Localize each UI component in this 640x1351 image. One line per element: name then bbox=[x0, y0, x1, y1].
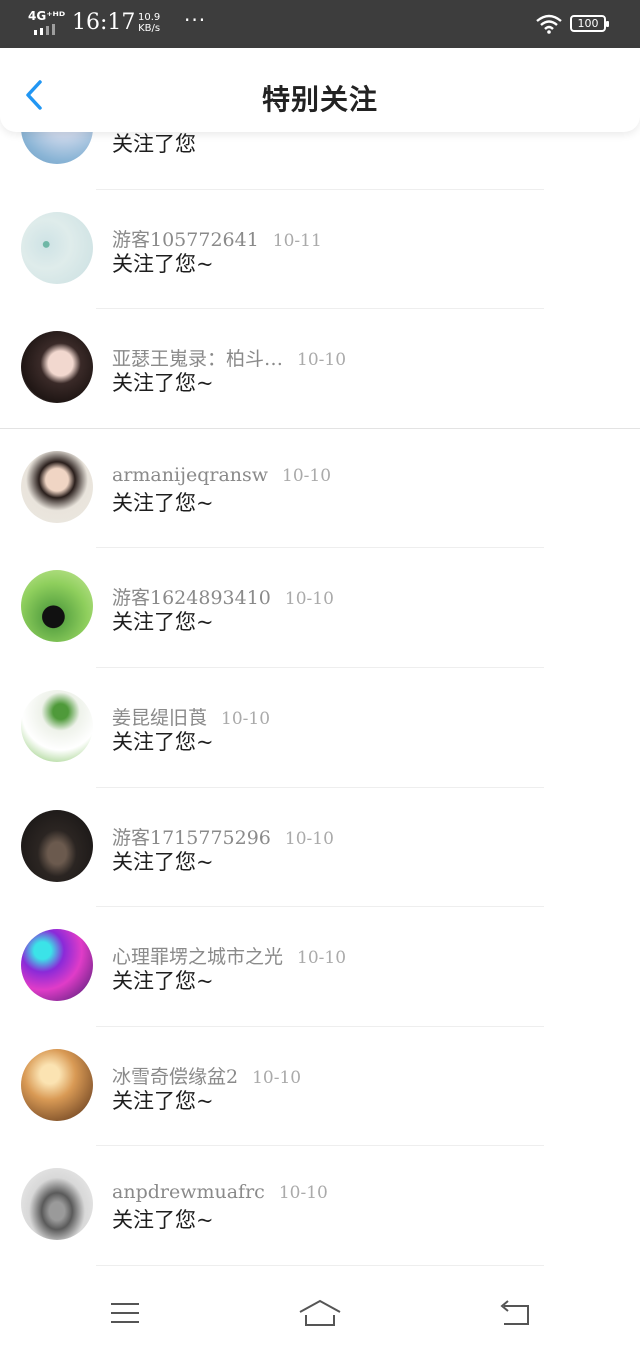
speed-value: 10.9 bbox=[138, 12, 161, 23]
list-item[interactable]: 冰雪奇偿缘盆2 10-10 关注了您~ bbox=[0, 1027, 640, 1147]
status-bar: 4G⁺ᴴᴰ 16:17 10.9 KB/s ··· 100 bbox=[0, 0, 640, 48]
avatar[interactable] bbox=[21, 1168, 93, 1241]
follow-date: 10-10 bbox=[284, 589, 334, 610]
list-item[interactable]: 姜昆缇旧莨 10-10 关注了您~ bbox=[0, 668, 640, 788]
follow-message: 关注了您~ bbox=[112, 490, 214, 515]
signal-icon bbox=[34, 24, 55, 35]
divider bbox=[96, 1264, 544, 1266]
follow-message: 关注了您~ bbox=[112, 1208, 214, 1233]
user-name-line: anpdrewmuafrc 10-10 bbox=[112, 1181, 328, 1203]
avatar[interactable] bbox=[21, 1048, 93, 1121]
list-item[interactable]: 游客105772641 10-11 关注了您~ bbox=[0, 190, 640, 310]
navigation-bar bbox=[0, 1282, 640, 1351]
avatar[interactable] bbox=[21, 450, 93, 523]
avatar[interactable] bbox=[21, 929, 93, 1002]
avatar[interactable] bbox=[21, 211, 93, 284]
follow-date: 10-10 bbox=[297, 350, 347, 371]
follow-message: 关注了您~ bbox=[112, 729, 214, 754]
follow-message: 关注了您~ bbox=[112, 610, 214, 635]
list-item[interactable]: 亚瑟王嵬录：柏斗… 10-10 关注了您~ bbox=[0, 309, 640, 429]
user-name[interactable]: anpdrewmuafrc bbox=[112, 1181, 265, 1203]
list-item[interactable]: 游客1715775296 10-10 关注了您~ bbox=[0, 788, 640, 908]
home-icon[interactable] bbox=[298, 1298, 342, 1328]
wifi-icon bbox=[536, 14, 562, 34]
back-arrow-icon[interactable] bbox=[496, 1298, 536, 1328]
network-speed: 10.9 KB/s bbox=[138, 12, 160, 34]
follow-date: 10-10 bbox=[282, 465, 332, 486]
network-indicator: 4G⁺ᴴᴰ bbox=[28, 9, 66, 23]
list-item[interactable]: 游客1624893410 10-10 关注了您~ bbox=[0, 548, 640, 668]
speed-unit: KB/s bbox=[138, 23, 161, 34]
follow-date: 10-10 bbox=[297, 948, 347, 969]
avatar[interactable] bbox=[21, 809, 93, 882]
follow-message: 关注了您~ bbox=[112, 969, 214, 994]
user-name-line: armanijeqransw 10-10 bbox=[112, 464, 331, 486]
avatar[interactable] bbox=[21, 570, 93, 643]
battery-icon: 100 bbox=[570, 15, 609, 32]
follow-date: 10-10 bbox=[278, 1183, 328, 1204]
follow-date: 10-10 bbox=[252, 1067, 302, 1088]
avatar[interactable] bbox=[21, 331, 93, 404]
follow-message: 关注了您~ bbox=[112, 371, 214, 396]
follow-message: 关注了您~ bbox=[112, 849, 214, 874]
menu-icon[interactable] bbox=[105, 1298, 145, 1328]
follow-list: 关注了您 游客105772641 10-11 关注了您~ 亚瑟王嵬录：柏斗… 10-… bbox=[0, 70, 640, 1266]
page-title: 特别关注 bbox=[261, 83, 378, 116]
follow-date: 10-10 bbox=[284, 828, 334, 849]
user-name[interactable]: armanijeqransw bbox=[112, 464, 268, 486]
more-notifications-icon: ··· bbox=[184, 8, 207, 32]
follow-message: 关注了您~ bbox=[112, 251, 214, 276]
avatar[interactable] bbox=[21, 689, 93, 762]
follow-date: 10-11 bbox=[272, 230, 322, 251]
status-time: 16:17 bbox=[72, 10, 136, 35]
list-item[interactable]: 心理罪塄之城市之光 10-10 关注了您~ bbox=[0, 907, 640, 1027]
follow-date: 10-10 bbox=[221, 708, 271, 729]
follow-message: 关注了您~ bbox=[112, 1088, 214, 1113]
list-item[interactable]: anpdrewmuafrc 10-10 关注了您~ bbox=[0, 1146, 640, 1266]
list-item[interactable]: armanijeqransw 10-10 关注了您~ bbox=[0, 429, 640, 549]
app-header: 特别关注 bbox=[0, 48, 640, 132]
follow-message: 关注了您 bbox=[112, 132, 196, 156]
